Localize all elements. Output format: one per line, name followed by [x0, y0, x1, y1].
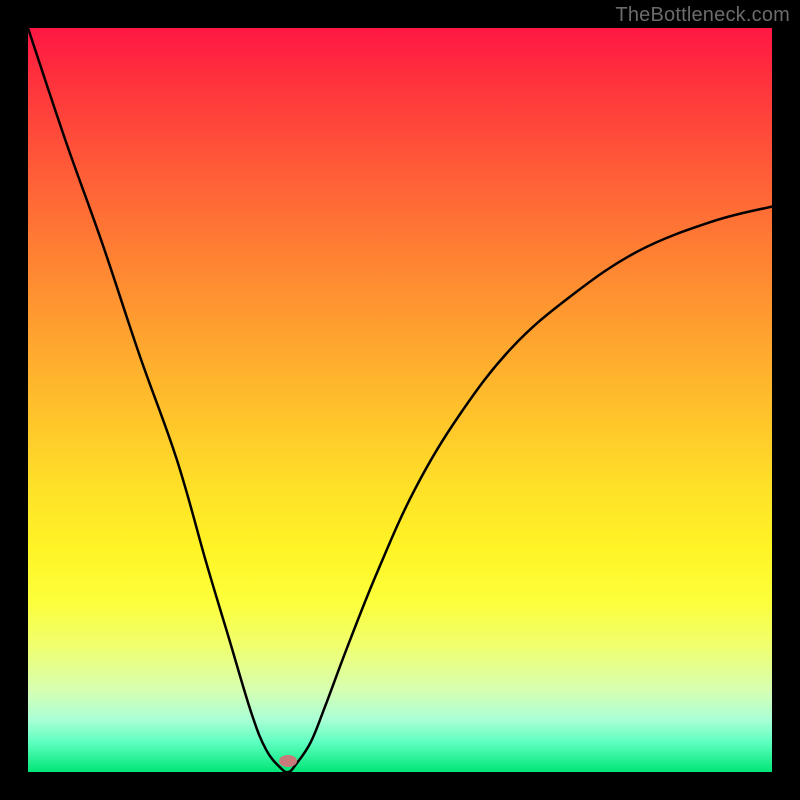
watermark-text: TheBottleneck.com [615, 4, 790, 27]
chart-frame [0, 0, 800, 800]
